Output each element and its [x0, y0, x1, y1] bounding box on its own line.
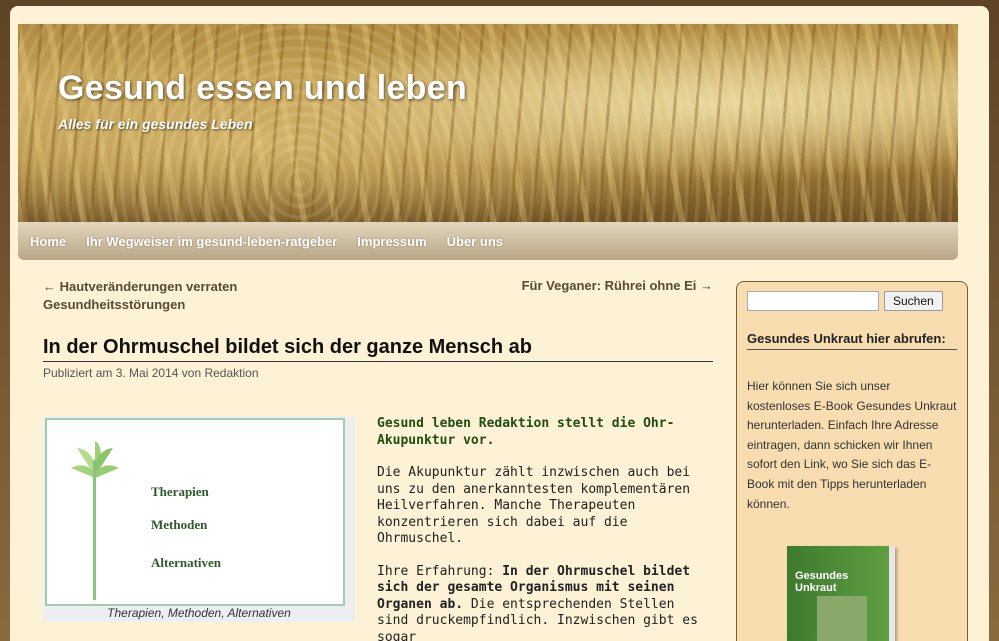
figure-line-methoden: Methoden — [151, 517, 208, 532]
post-lead: Gesund leben Redaktion stellt die Ohr-Ak… — [377, 416, 675, 448]
post-date-link[interactable]: 3. Mai 2014 — [116, 366, 179, 380]
main-nav: Home Ihr Wegweiser im gesund-leben-ratge… — [18, 222, 958, 260]
post-meta: Publiziert am 3. Mai 2014 von Redaktion — [43, 366, 259, 380]
post-figure: Therapien Methoden Alternativen Therapie… — [43, 416, 355, 622]
therapies-image[interactable]: Therapien Methoden Alternativen — [45, 418, 345, 606]
main-content: ← Hautveränderungen verraten Gesundheits… — [43, 276, 713, 641]
figure-caption: Therapien, Methoden, Alternativen — [107, 606, 291, 620]
figure-line-therapien: Therapien — [151, 484, 209, 499]
post-paragraph-1: Die Akupunktur zählt inzwischen auch bei… — [377, 465, 691, 546]
figure-line-alternativen: Alternativen — [151, 555, 222, 570]
nav-item-impressum[interactable]: Impressum — [357, 234, 426, 249]
nav-item-home[interactable]: Home — [30, 234, 66, 249]
ebook-plant-image — [817, 596, 867, 641]
author-link[interactable]: Redaktion — [204, 366, 258, 380]
nav-item-ueber-uns[interactable]: Über uns — [447, 234, 503, 249]
search-button[interactable]: Suchen — [884, 291, 943, 311]
ebook-cover-image[interactable]: Gesundes Unkraut — [787, 546, 907, 641]
site-description: Alles für ein gesundes Leben — [58, 116, 253, 132]
leaf-stem — [93, 460, 96, 600]
sidebar: Suchen Gesundes Unkraut hier abrufen: Hi… — [736, 281, 968, 641]
search-input[interactable] — [747, 291, 879, 311]
search-form: Suchen — [747, 291, 957, 311]
header-banner: Gesund essen und leben Alles für ein ges… — [18, 24, 958, 222]
meta-prefix: Publiziert am — [43, 366, 113, 380]
ebook-cover: Gesundes Unkraut — [787, 546, 895, 641]
widget-title: Gesundes Unkraut hier abrufen: — [747, 330, 957, 350]
post-title: In der Ohrmuschel bildet sich der ganze … — [43, 336, 713, 362]
site-title[interactable]: Gesund essen und leben — [58, 69, 467, 108]
post-paragraph-2: Ihre Erfahrung: In der Ohrmuschel bildet… — [377, 564, 712, 641]
meta-by: von — [181, 366, 202, 380]
post-navigation: ← Hautveränderungen verraten Gesundheits… — [43, 276, 713, 316]
p2-intro: Ihre Erfahrung: — [377, 563, 503, 579]
widget-text: Hier können Sie sich unser kostenloses E… — [747, 379, 957, 511]
next-post-link[interactable]: Für Veganer: Rührei ohne Ei → — [522, 278, 713, 293]
nav-item-wegweiser[interactable]: Ihr Wegweiser im gesund-leben-ratgeber — [86, 234, 337, 249]
post-body: Gesund leben Redaktion stellt die Ohr-Ak… — [377, 416, 712, 641]
ebook-title: Gesundes Unkraut — [795, 570, 849, 594]
prev-post-link[interactable]: ← Hautveränderungen verraten Gesundheits… — [43, 278, 293, 314]
